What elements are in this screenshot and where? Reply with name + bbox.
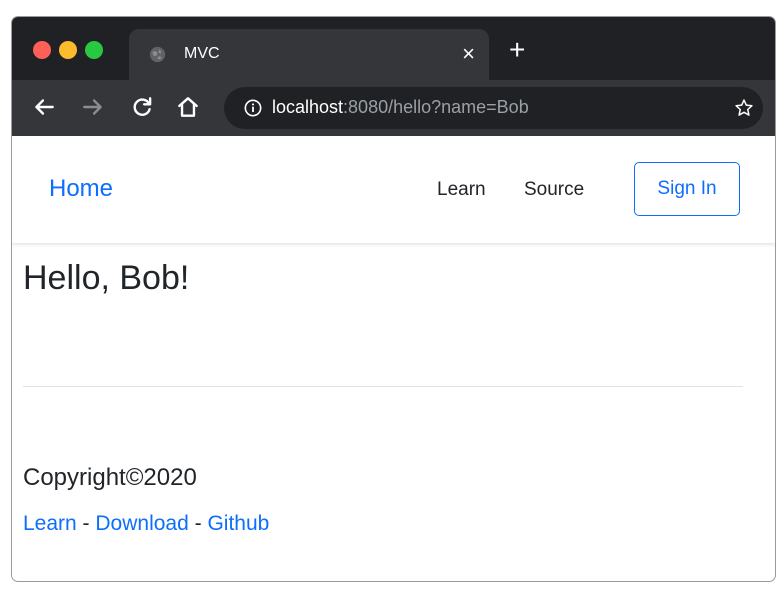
globe-icon (149, 46, 166, 63)
copyright-text: Copyright©2020 (23, 464, 197, 491)
minimize-window-button[interactable] (59, 41, 77, 59)
reload-icon[interactable] (129, 94, 155, 120)
address-bar[interactable]: localhost:8080/hello?name=Bob (224, 87, 763, 129)
maximize-window-button[interactable] (85, 41, 103, 59)
back-arrow-icon[interactable] (31, 94, 57, 120)
nav-link-source[interactable]: Source (524, 179, 584, 201)
url-host: localhost (272, 97, 344, 117)
new-tab-button[interactable]: + (509, 35, 525, 65)
nav-link-learn[interactable]: Learn (437, 179, 486, 201)
bookmark-star-icon[interactable] (734, 98, 754, 118)
footer-separator: - (76, 512, 96, 535)
info-icon[interactable] (244, 99, 262, 117)
browser-tab[interactable]: MVC × (129, 29, 489, 80)
browser-window: MVC × + localhost:8080/hello?name=Bob Ho… (12, 17, 775, 581)
footer-separator: - (188, 512, 208, 535)
tab-close-button[interactable]: × (462, 39, 475, 69)
site-navbar: Home Learn Source Sign In (12, 136, 775, 243)
tab-bar: MVC × + (12, 17, 775, 80)
footer-links: Learn - Download - Github (23, 512, 269, 536)
sign-in-button[interactable]: Sign In (634, 162, 740, 216)
url-path: :8080/hello?name=Bob (343, 97, 529, 117)
home-icon[interactable] (175, 94, 201, 120)
footer-link-github[interactable]: Github (207, 512, 269, 535)
close-window-button[interactable] (33, 41, 51, 59)
footer-link-learn[interactable]: Learn (23, 512, 77, 535)
divider (23, 386, 743, 387)
tab-title: MVC (184, 45, 220, 62)
url-text[interactable]: localhost:8080/hello?name=Bob (272, 97, 529, 118)
browser-toolbar: localhost:8080/hello?name=Bob (12, 80, 775, 136)
footer-link-download[interactable]: Download (95, 512, 188, 535)
home-link[interactable]: Home (49, 175, 113, 203)
forward-arrow-icon[interactable] (80, 94, 106, 120)
page-heading: Hello, Bob! (23, 259, 190, 297)
